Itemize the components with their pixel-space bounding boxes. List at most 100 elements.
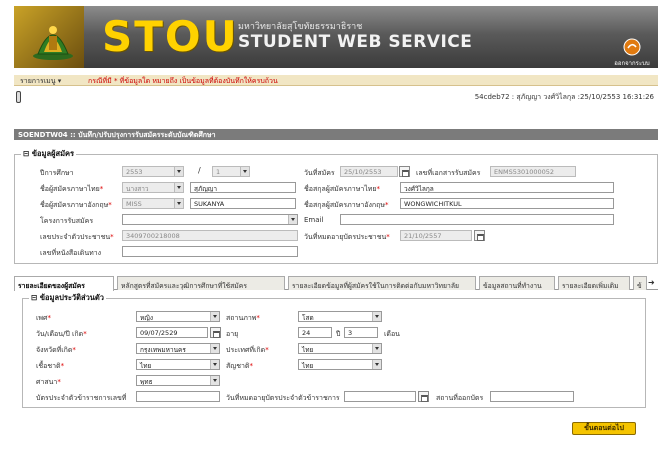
- chevron-down-icon: [372, 360, 381, 369]
- applicant-legend-text: ข้อมูลผู้สมัคร: [31, 149, 75, 158]
- name-th-label: ชื่อผู้สมัครภาษาไทย*: [40, 185, 104, 193]
- ethnicity-select[interactable]: ไทย: [136, 359, 220, 370]
- issued-at-label: สถานที่ออกบัตร: [436, 394, 484, 402]
- tab-program-qualification[interactable]: หลักสูตรที่สมัครและวุฒิการศึกษาที่ใช้สมั…: [117, 276, 285, 290]
- religion-label: ศาสนา*: [36, 378, 61, 386]
- birth-country-select[interactable]: ไทย: [298, 343, 382, 354]
- surname-th-input[interactable]: วงศ์วิไลกุล: [400, 182, 614, 193]
- title-th-select[interactable]: นางสาว: [122, 182, 184, 193]
- chevron-down-icon: [240, 167, 249, 176]
- nationality-select[interactable]: ไทย: [298, 359, 382, 370]
- personal-legend: ⊟ ข้อมูลประวัติส่วนตัว: [29, 292, 106, 304]
- receipt-input[interactable]: [122, 246, 298, 257]
- calendar-icon[interactable]: [210, 327, 221, 338]
- chevron-down-icon: [288, 215, 297, 224]
- chevron-down-icon: [210, 312, 219, 321]
- title-en-value: MISS: [126, 200, 142, 208]
- chevron-down-icon: [174, 199, 183, 208]
- marital-label: สถานภาพ*: [226, 314, 260, 322]
- chevron-down-icon: [372, 312, 381, 321]
- doc-no-label: เลขที่เอกสารรับสมัคร: [416, 169, 481, 177]
- menu-bar: รายการเมนู ▾ กรณีที่มี * ที่ข้อมูลใด หมา…: [14, 75, 658, 86]
- chevron-down-icon: [174, 183, 183, 192]
- surname-en-input[interactable]: WONGWICHITKUL: [400, 198, 614, 209]
- title-en-select[interactable]: MISS: [122, 198, 184, 209]
- nationality-value: ไทย: [302, 362, 314, 370]
- personal-legend-text: ข้อมูลประวัติส่วนตัว: [39, 293, 104, 302]
- receipt-label: เลขที่หนังสือเดินทาง: [40, 249, 102, 257]
- id-expiry-input[interactable]: 21/10/2557: [400, 230, 472, 241]
- academic-year-select[interactable]: 2553: [122, 166, 184, 177]
- birth-province-select[interactable]: กรุงเทพมหานคร: [136, 343, 220, 354]
- citizen-id-input[interactable]: 3409700218008: [122, 230, 298, 241]
- collapse-icon[interactable]: ⊟: [23, 149, 29, 158]
- marital-select[interactable]: โสด: [298, 311, 382, 322]
- dob-input[interactable]: 09/07/2529: [136, 327, 208, 338]
- first-name-en-input[interactable]: SUKANYA: [190, 198, 296, 209]
- first-name-th-input[interactable]: สุภัญญา: [190, 182, 296, 193]
- tab-overflow[interactable]: ข้: [633, 276, 647, 290]
- next-step-button[interactable]: ขั้นตอนต่อไป: [572, 422, 636, 435]
- gender-label: เพศ*: [36, 314, 51, 322]
- surname-th-label: ชื่อสกุลผู้สมัครภาษาไทย*: [304, 185, 381, 193]
- age-label: อายุ: [226, 330, 239, 338]
- calendar-icon[interactable]: [399, 166, 410, 177]
- tab-bar: รายละเอียดของผู้สมัคร หลักสูตรที่สมัครแล…: [14, 275, 658, 291]
- gov-card-input[interactable]: [136, 391, 220, 402]
- applicant-legend: ⊟ ข้อมูลผู้สมัคร: [21, 148, 76, 160]
- university-name: มหาวิทยาลัยสุโขทัยธรรมาธิราช: [238, 22, 363, 32]
- chevron-down-icon: [174, 167, 183, 176]
- birth-province-value: กรุงเทพมหานคร: [140, 346, 186, 354]
- tab-additional-details[interactable]: รายละเอียดเพิ่มเติม: [558, 276, 630, 290]
- chevron-down-icon: [210, 344, 219, 353]
- tab-contact-info[interactable]: รายละเอียดข้อมูลที่ผู้สมัครใช้ในการติดต่…: [288, 276, 476, 290]
- page-title: SOENDTW04 :: บันทึก/ปรับปรุงการรับสมัครร…: [14, 129, 658, 140]
- stou-logo-text: STOU: [102, 12, 239, 61]
- logout-button[interactable]: ออกจากระบบ: [612, 38, 652, 68]
- required-fields-notice: กรณีที่มี * ที่ข้อมูลใด หมายถึง เป็นข้อม…: [88, 77, 278, 85]
- apply-date-input[interactable]: 25/10/2553: [340, 166, 398, 177]
- nationality-label: สัญชาติ*: [226, 362, 253, 370]
- logout-label: ออกจากระบบ: [614, 60, 650, 67]
- university-emblem-icon: [33, 26, 73, 60]
- info-bar: 54cdeb72 : สุภัญญา วงศ์วิไลกุล :25/10/25…: [14, 91, 658, 103]
- id-expiry-label: วันที่หมดอายุบัตรประชาชน*: [304, 233, 390, 241]
- gov-card-label: บัตรประจำตัวข้าราชการเลขที่: [36, 394, 127, 402]
- age-months-unit: เดือน: [384, 330, 400, 338]
- menu-dropdown[interactable]: รายการเมนู ▾: [20, 76, 61, 87]
- birth-country-value: ไทย: [302, 346, 314, 354]
- age-years-unit: ปี: [336, 330, 341, 338]
- marital-value: โสด: [302, 314, 314, 322]
- calendar-icon[interactable]: [474, 230, 485, 241]
- ethnicity-value: ไทย: [140, 362, 152, 370]
- semester-select[interactable]: 1: [212, 166, 250, 177]
- issued-at-input[interactable]: [490, 391, 574, 402]
- chevron-down-icon: [372, 344, 381, 353]
- tab-scroll-right-icon[interactable]: ➜: [648, 278, 655, 287]
- academic-year-value: 2553: [126, 168, 143, 176]
- sidebar-toggle-handle[interactable]: [16, 91, 21, 103]
- gov-expiry-label: วันที่หมดอายุบัตรประจำตัวข้าราชการ: [226, 394, 340, 402]
- name-en-label: ชื่อผู้สมัครภาษาอังกฤษ*: [40, 201, 112, 209]
- semester-value: 1: [216, 168, 221, 176]
- doc-no-input[interactable]: ENMS5301000052: [490, 166, 576, 177]
- collapse-icon[interactable]: ⊟: [31, 293, 37, 302]
- gov-expiry-input[interactable]: [344, 391, 416, 402]
- email-input[interactable]: [340, 214, 614, 225]
- gender-value: หญิง: [140, 314, 153, 322]
- calendar-icon[interactable]: [418, 391, 429, 402]
- tab-workplace[interactable]: ข้อมูลสถานที่ทำงาน: [479, 276, 555, 290]
- header-banner: STOU มหาวิทยาลัยสุโขทัยธรรมาธิราช STUDEN…: [14, 6, 658, 68]
- gender-select[interactable]: หญิง: [136, 311, 220, 322]
- user-session-info: 54cdeb72 : สุภัญญา วงศ์วิไลกุล :25/10/25…: [474, 93, 654, 101]
- birth-country-label: ประเทศที่เกิด*: [226, 346, 269, 354]
- age-months-input[interactable]: 3: [344, 327, 378, 338]
- tab-applicant-details[interactable]: รายละเอียดของผู้สมัคร: [14, 276, 114, 291]
- religion-select[interactable]: พุทธ: [136, 375, 220, 386]
- project-select[interactable]: [122, 214, 298, 225]
- dob-label: วัน/เดือน/ปี เกิด*: [36, 330, 87, 338]
- year-semester-separator: /: [198, 166, 201, 175]
- age-years-input[interactable]: 24: [298, 327, 332, 338]
- title-th-value: นางสาว: [126, 185, 149, 193]
- email-label: Email: [304, 216, 324, 224]
